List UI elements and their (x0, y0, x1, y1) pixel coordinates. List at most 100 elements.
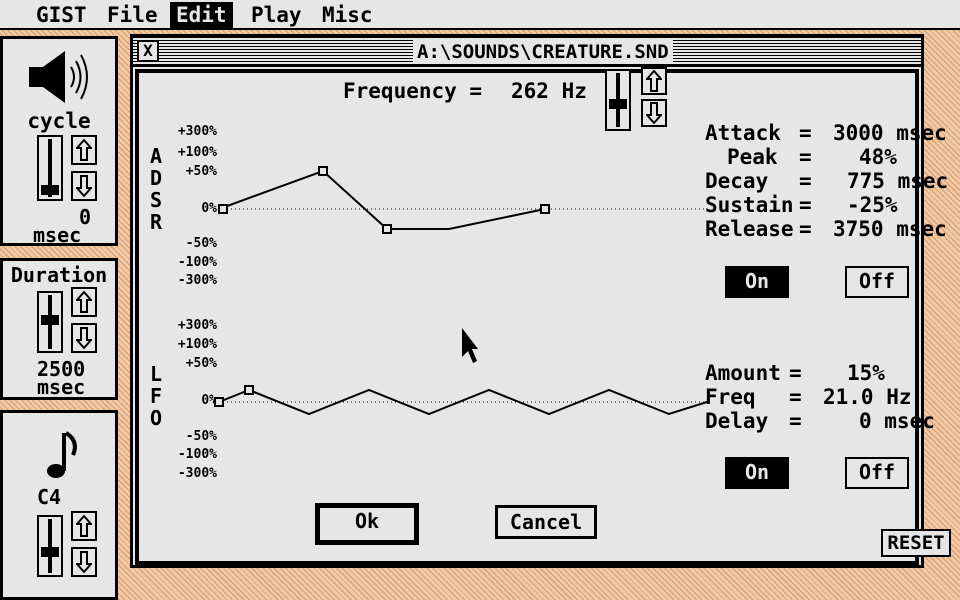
cancel-button[interactable]: Cancel (495, 505, 597, 539)
arrow-up-icon (646, 70, 662, 92)
release-value: 3750 msec (833, 217, 947, 241)
lfo-delay-label: Delay (705, 409, 769, 433)
adsr-scale-m300: -300% (177, 273, 217, 288)
cycle-up-button[interactable] (71, 135, 97, 165)
arrow-up-icon (76, 515, 92, 537)
window-title: A:\SOUNDS\CREATURE.SND (413, 40, 673, 64)
decay-value: 775 msec (847, 169, 949, 193)
equals-sign: = (799, 121, 812, 145)
frequency-label: Frequency = (343, 79, 483, 103)
adsr-off-button[interactable]: Off (845, 266, 909, 298)
decay-label: Decay (705, 169, 769, 193)
menu-misc[interactable]: Misc (316, 2, 379, 28)
adsr-scale-zero: 0% (201, 201, 217, 216)
amount-value: 15% (847, 361, 885, 385)
arrow-down-icon (76, 175, 92, 197)
edit-dialog: Frequency = 262 Hz A D S R +300% +100% +… (135, 67, 948, 565)
adsr-scale-p50: +50% (185, 164, 217, 179)
note-slider-knob[interactable] (41, 547, 59, 557)
equals-sign: = (799, 217, 812, 241)
menu-bar: GIST File Edit Play Misc (0, 0, 960, 30)
note-down-button[interactable] (71, 547, 97, 577)
duration-unit: msec (37, 375, 86, 399)
ok-button[interactable]: Ok (315, 503, 419, 545)
lfo-scale-zero: 0% (201, 393, 217, 408)
equals-sign: = (789, 409, 802, 433)
note-label: C4 (37, 485, 62, 509)
equals-sign: = (789, 385, 802, 409)
adsr-release-handle[interactable] (540, 204, 550, 214)
cycle-slider-knob[interactable] (41, 185, 59, 195)
duration-panel: Duration 2500 msec (0, 258, 118, 400)
close-box[interactable]: X (137, 40, 159, 62)
lfo-delay-handle[interactable] (244, 385, 254, 395)
lfo-on-button[interactable]: On (725, 457, 789, 489)
frequency-slider[interactable] (605, 69, 631, 131)
sustain-value: -25% (847, 193, 898, 217)
speaker-icon (27, 49, 89, 109)
attack-value: 3000 msec (833, 121, 947, 145)
adsr-envelope-graph[interactable] (218, 123, 709, 299)
adsr-on-button[interactable]: On (725, 266, 789, 298)
menu-edit[interactable]: Edit (170, 2, 233, 28)
adsr-envelope-line (218, 169, 546, 230)
lfo-scale-p50: +50% (185, 356, 217, 371)
duration-slider[interactable] (37, 291, 63, 353)
lfo-freq-value: 21.0 Hz (823, 385, 912, 409)
reset-button[interactable]: RESET (881, 529, 951, 557)
arrow-up-icon (76, 291, 92, 313)
lfo-letter-o: O (149, 406, 163, 430)
peak-label: Peak (727, 145, 778, 169)
adsr-scale-p100: +100% (177, 145, 217, 160)
menu-file[interactable]: File (101, 2, 164, 28)
lfo-start-handle[interactable] (214, 397, 224, 407)
equals-sign: = (799, 145, 812, 169)
adsr-start-handle[interactable] (218, 204, 228, 214)
lfo-scale-p300: +300% (177, 318, 217, 333)
sound-editor-window: X A:\SOUNDS\CREATURE.SND Frequency = 262… (130, 34, 951, 568)
mouse-pointer-icon (461, 327, 479, 369)
adsr-scale-m50: -50% (185, 236, 217, 251)
adsr-decay-handle[interactable] (382, 224, 392, 234)
duration-up-button[interactable] (71, 287, 97, 317)
equals-sign: = (789, 361, 802, 385)
duration-down-button[interactable] (71, 323, 97, 353)
cycle-slider[interactable] (37, 135, 63, 201)
lfo-freq-label: Freq (705, 385, 756, 409)
lfo-waveform-graph[interactable] (214, 373, 709, 433)
arrow-up-icon (76, 139, 92, 161)
lfo-off-button[interactable]: Off (845, 457, 909, 489)
note-slider[interactable] (37, 515, 63, 577)
arrow-down-icon (646, 102, 662, 124)
attack-label: Attack (705, 121, 781, 145)
cycle-panel: cycle 0 msec (0, 36, 118, 246)
amount-label: Amount (705, 361, 781, 385)
frequency-up-button[interactable] (641, 67, 667, 95)
adsr-peak-handle[interactable] (318, 166, 328, 176)
cycle-down-button[interactable] (71, 171, 97, 201)
menu-play[interactable]: Play (245, 2, 308, 28)
release-label: Release (705, 217, 794, 241)
equals-sign: = (799, 193, 812, 217)
lfo-scale-m100: -100% (177, 447, 217, 462)
frequency-slider-knob[interactable] (609, 99, 627, 109)
music-note-icon (45, 431, 79, 485)
note-up-button[interactable] (71, 511, 97, 541)
cycle-unit: msec (33, 223, 82, 247)
adsr-scale-m100: -100% (177, 255, 217, 270)
frequency-value: 262 Hz (511, 79, 587, 103)
lfo-scale-p100: +100% (177, 337, 217, 352)
arrow-down-icon (76, 551, 92, 573)
lfo-scale-m300: -300% (177, 466, 217, 481)
duration-label: Duration (10, 263, 108, 287)
cycle-label: cycle (27, 109, 91, 133)
adsr-scale-p300: +300% (177, 124, 217, 139)
note-panel: C4 (0, 410, 118, 600)
arrow-down-icon (76, 327, 92, 349)
equals-sign: = (799, 169, 812, 193)
lfo-delay-value: 0 msec (859, 409, 935, 433)
lfo-scale-m50: -50% (185, 429, 217, 444)
title-bar[interactable]: X A:\SOUNDS\CREATURE.SND (133, 37, 921, 67)
duration-slider-knob[interactable] (41, 315, 59, 325)
menu-gist[interactable]: GIST (30, 2, 93, 28)
